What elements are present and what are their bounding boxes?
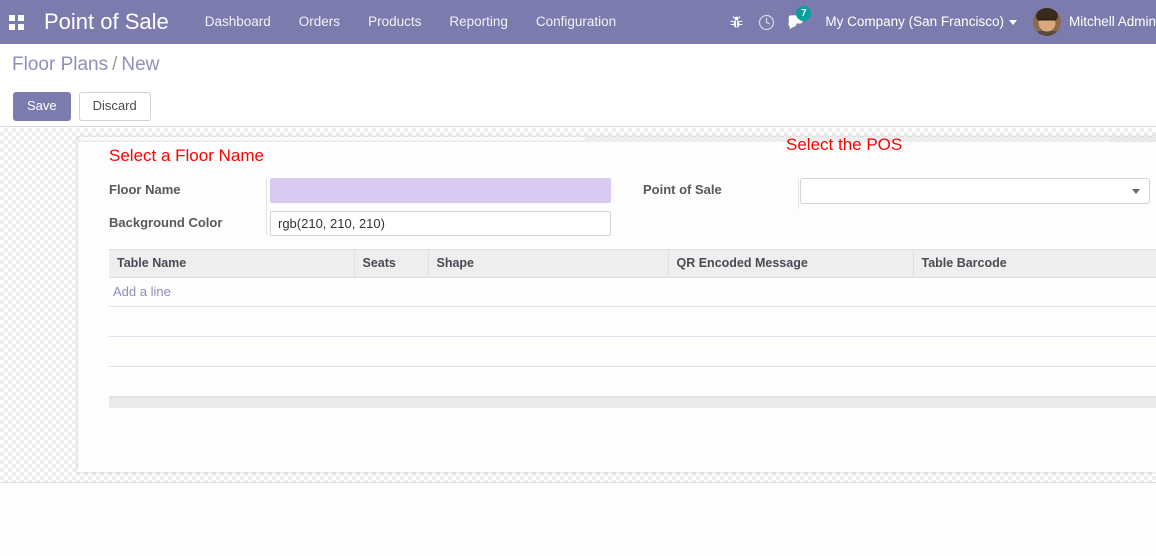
annotation-select-the-pos: Select the POS <box>786 135 903 154</box>
breadcrumb-item-floor-plans[interactable]: Floor Plans <box>12 54 108 75</box>
top-navbar: Point of Sale Dashboard Orders Products … <box>0 0 1156 44</box>
activities-menu-button[interactable] <box>751 0 781 44</box>
form-sheet-topbar-highlight <box>80 137 585 140</box>
column-header-table-barcode[interactable]: Table Barcode <box>913 249 1156 278</box>
breadcrumb-separator: / <box>112 54 118 75</box>
field-row-point-of-sale: Point of Sale <box>643 178 1150 204</box>
user-menu[interactable]: Mitchell Admin <box>1032 0 1156 44</box>
apps-menu-button[interactable] <box>0 0 32 44</box>
record-action-buttons: Save Discard <box>13 92 151 121</box>
empty-row-cell <box>109 306 1156 337</box>
add-a-line-link[interactable]: Add a line <box>113 284 171 299</box>
empty-row-cell <box>109 336 1156 367</box>
column-header-qr-encoded-message[interactable]: QR Encoded Message <box>668 249 914 278</box>
empty-row-cell <box>109 366 1156 397</box>
label-point-of-sale: Point of Sale <box>643 182 722 197</box>
field-row-floor-name: Floor Name <box>109 178 611 203</box>
point-of-sale-select-wrap <box>800 178 1150 204</box>
menu-item-products[interactable]: Products <box>354 0 435 44</box>
company-switcher[interactable]: My Company (San Francisco) <box>825 0 1017 44</box>
navbar-systray: 7 My Company (San Francisco) Mitchell Ad… <box>721 0 1156 44</box>
form-sheet-topbar-right <box>1110 137 1156 142</box>
bug-icon <box>730 15 743 28</box>
table-header-row: Table Name Seats Shape QR Encoded Messag… <box>109 249 1156 278</box>
apps-grid-icon <box>8 14 24 30</box>
page-bottom-fill <box>0 482 1156 556</box>
point-of-sale-input[interactable] <box>800 178 1150 204</box>
floor-name-input[interactable] <box>270 178 611 203</box>
user-name: Mitchell Admin <box>1068 14 1156 29</box>
label-floor-name: Floor Name <box>109 182 181 197</box>
column-header-seats[interactable]: Seats <box>354 249 429 278</box>
label-background-color: Background Color <box>109 215 223 230</box>
form-column-left: Floor Name Background Color <box>109 178 611 244</box>
avatar <box>1032 8 1061 36</box>
chevron-down-icon <box>1008 19 1017 25</box>
add-line-row: Add a line <box>109 277 1156 307</box>
messages-count-badge: 7 <box>796 6 812 21</box>
add-line-cell: Add a line <box>109 277 1156 307</box>
background-color-input[interactable] <box>270 211 611 236</box>
debug-menu-button[interactable] <box>721 0 751 44</box>
menu-item-dashboard[interactable]: Dashboard <box>191 0 285 44</box>
company-name: My Company (San Francisco) <box>825 14 1004 29</box>
breadcrumb: Floor Plans / New <box>12 54 159 76</box>
field-row-background-color: Background Color <box>109 211 611 236</box>
odoo-app-window: Point of Sale Dashboard Orders Products … <box>0 0 1156 556</box>
menu-item-reporting[interactable]: Reporting <box>435 0 522 44</box>
tables-list-header: Table Name Seats Shape QR Encoded Messag… <box>109 249 1156 278</box>
table-row <box>109 306 1156 337</box>
table-row <box>109 336 1156 367</box>
tables-list-table: Table Name Seats Shape QR Encoded Messag… <box>109 249 1156 397</box>
control-panel: Floor Plans / New Save Discard <box>0 44 1156 127</box>
tables-list: Table Name Seats Shape QR Encoded Messag… <box>109 249 1156 408</box>
main-menu: Dashboard Orders Products Reporting Conf… <box>191 0 630 44</box>
column-header-table-name[interactable]: Table Name <box>109 249 355 278</box>
form-column-right: Point of Sale <box>643 178 1150 212</box>
save-button[interactable]: Save <box>13 92 71 121</box>
annotation-select-floor-name: Select a Floor Name <box>109 146 264 165</box>
breadcrumb-item-new: New <box>121 54 160 75</box>
app-brand-title[interactable]: Point of Sale <box>44 0 169 44</box>
clock-icon <box>758 14 774 30</box>
tables-list-body: Add a line <box>109 277 1156 397</box>
column-header-shape[interactable]: Shape <box>428 249 669 278</box>
tables-list-footer <box>109 397 1156 408</box>
table-row <box>109 366 1156 397</box>
menu-item-configuration[interactable]: Configuration <box>522 0 630 44</box>
messages-menu-button[interactable]: 7 <box>781 0 812 44</box>
menu-item-orders[interactable]: Orders <box>285 0 354 44</box>
discard-button[interactable]: Discard <box>78 92 151 121</box>
